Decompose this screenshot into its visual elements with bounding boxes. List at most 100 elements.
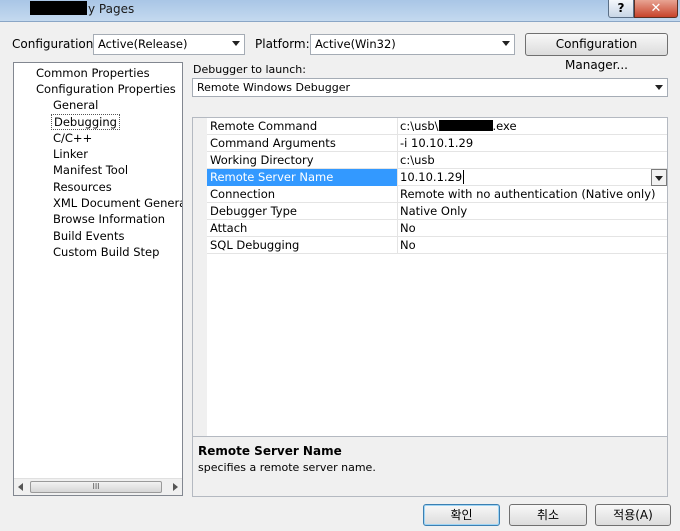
configuration-value: Active(Release) <box>98 37 188 51</box>
property-row-sql-debugging[interactable]: SQL Debugging No <box>207 237 667 254</box>
tree-horizontal-scrollbar[interactable]: III <box>14 478 182 495</box>
close-button[interactable]: ✕ <box>634 0 678 18</box>
tree-item-common-properties[interactable]: Common Properties <box>36 66 150 82</box>
value-suffix: .exe <box>492 119 517 133</box>
window-title: y Pages <box>88 2 135 16</box>
tree-item-label: Debugging <box>54 115 117 129</box>
tree-item-label: XML Document Generator <box>53 196 182 210</box>
tree-item-label: Resources <box>53 180 112 194</box>
property-tree[interactable]: Common Properties Configuration Properti… <box>13 62 183 496</box>
chevron-down-icon <box>502 41 510 46</box>
help-button[interactable]: ? <box>608 0 634 18</box>
property-name: Attach <box>210 221 248 235</box>
close-icon: ✕ <box>650 1 662 16</box>
dialog-body: Configuration: Active(Release) Platform:… <box>0 22 680 531</box>
property-value[interactable]: c:\usb <box>400 153 435 167</box>
tree-item-label: Build Events <box>53 229 125 243</box>
platform-dropdown[interactable]: Active(Win32) <box>310 34 515 55</box>
tree-item-xml-document-generator[interactable]: XML Document Generator <box>53 196 182 212</box>
column-divider <box>397 135 398 152</box>
apply-label: 적용(A) <box>613 508 653 522</box>
column-divider <box>397 203 398 220</box>
property-value[interactable]: Native Only <box>400 204 467 218</box>
redacted-title-block <box>30 1 87 15</box>
chevron-down-icon <box>655 85 663 90</box>
column-divider <box>397 169 398 186</box>
platform-label: Platform: <box>255 37 310 51</box>
debugger-value: Remote Windows Debugger <box>197 81 350 94</box>
tree-item-build-events[interactable]: Build Events <box>53 229 124 245</box>
column-divider <box>397 186 398 203</box>
tree-item-configuration-properties[interactable]: Configuration Properties <box>36 82 176 98</box>
chevron-down-icon <box>232 41 240 46</box>
column-divider <box>397 152 398 169</box>
property-grid: Remote Command c:\usb\ .exe Command Argum… <box>192 117 668 437</box>
tree-item-cpp[interactable]: C/C++ <box>53 131 92 147</box>
description-title: Remote Server Name <box>198 444 342 458</box>
property-value[interactable]: No <box>400 221 416 235</box>
debugger-to-launch-label: Debugger to launch: <box>193 63 306 76</box>
debugger-dropdown[interactable]: Remote Windows Debugger <box>192 78 668 97</box>
property-row-connection[interactable]: Connection Remote with no authentication… <box>207 186 667 203</box>
property-row-remote-server-name[interactable]: Remote Server Name 10.10.1.29 <box>207 169 667 186</box>
property-row-working-directory[interactable]: Working Directory c:\usb <box>207 152 667 169</box>
tree-item-browse-information[interactable]: Browse Information <box>53 212 165 228</box>
tree-item-label: General <box>53 98 99 112</box>
property-name: Remote Command <box>210 119 318 133</box>
tree-item-label: Configuration Properties <box>36 82 176 96</box>
property-row-command-arguments[interactable]: Command Arguments -i 10.10.1.29 <box>207 135 667 152</box>
tree-item-debugging[interactable]: Debugging <box>51 114 120 130</box>
tree-item-custom-build-step[interactable]: Custom Build Step <box>53 245 159 261</box>
configuration-manager-button[interactable]: Configuration Manager... <box>525 33 668 72</box>
property-value[interactable]: c:\usb\ .exe <box>400 119 517 133</box>
column-divider <box>397 237 398 254</box>
property-name: Working Directory <box>210 153 314 167</box>
chevron-down-icon <box>655 176 663 181</box>
tree-item-label: Linker <box>53 147 88 161</box>
grip-icon: III <box>92 482 100 491</box>
value-prefix: c:\usb\ <box>400 119 439 133</box>
remote-server-name-input[interactable]: 10.10.1.29 <box>400 170 465 184</box>
tree-item-label: Browse Information <box>53 212 166 226</box>
cancel-button[interactable]: 취소 <box>509 504 587 526</box>
tree-item-label: Manifest Tool <box>53 163 129 177</box>
tree-item-resources[interactable]: Resources <box>53 180 112 196</box>
description-text: specifies a remote server name. <box>198 461 376 474</box>
tree-item-manifest-tool[interactable]: Manifest Tool <box>53 163 128 179</box>
property-value[interactable]: Remote with no authentication (Native on… <box>400 187 656 201</box>
scroll-left-icon[interactable] <box>18 483 23 491</box>
configuration-dropdown[interactable]: Active(Release) <box>93 34 245 55</box>
column-divider <box>397 118 398 135</box>
tree-item-linker[interactable]: Linker <box>53 147 88 163</box>
property-name: Debugger Type <box>210 204 297 218</box>
platform-value: Active(Win32) <box>315 37 396 51</box>
tree-item-general[interactable]: General <box>53 98 98 114</box>
ok-label: 확인 <box>450 508 473 522</box>
remote-server-dropdown-button[interactable] <box>651 169 667 186</box>
tree-item-label: Custom Build Step <box>53 245 160 259</box>
column-divider <box>397 220 398 237</box>
configuration-label: Configuration: <box>12 37 98 51</box>
configuration-manager-label: Configuration Manager... <box>555 37 638 72</box>
apply-button[interactable]: 적용(A) <box>595 504 671 526</box>
grid-margin <box>193 118 207 436</box>
scroll-thumb[interactable]: III <box>30 481 162 493</box>
description-panel: Remote Server Name specifies a remote se… <box>192 437 668 497</box>
property-row-remote-command[interactable]: Remote Command c:\usb\ .exe <box>207 118 667 135</box>
tree-item-label: Common Properties <box>36 66 150 80</box>
property-name: Connection <box>210 187 276 201</box>
cancel-label: 취소 <box>536 508 560 522</box>
property-name: SQL Debugging <box>210 238 300 252</box>
title-bar: y Pages ? ✕ <box>0 0 680 22</box>
property-name: Command Arguments <box>210 136 336 150</box>
property-row-debugger-type[interactable]: Debugger Type Native Only <box>207 203 667 220</box>
tree-item-label: C/C++ <box>53 131 93 145</box>
property-row-attach[interactable]: Attach No <box>207 220 667 237</box>
property-name: Remote Server Name <box>210 170 334 184</box>
ok-button[interactable]: 확인 <box>423 504 500 526</box>
help-icon: ? <box>617 1 625 15</box>
redacted-block <box>438 120 493 131</box>
scroll-right-icon[interactable] <box>173 483 178 491</box>
property-value[interactable]: No <box>400 238 416 252</box>
property-value[interactable]: -i 10.10.1.29 <box>400 136 473 150</box>
